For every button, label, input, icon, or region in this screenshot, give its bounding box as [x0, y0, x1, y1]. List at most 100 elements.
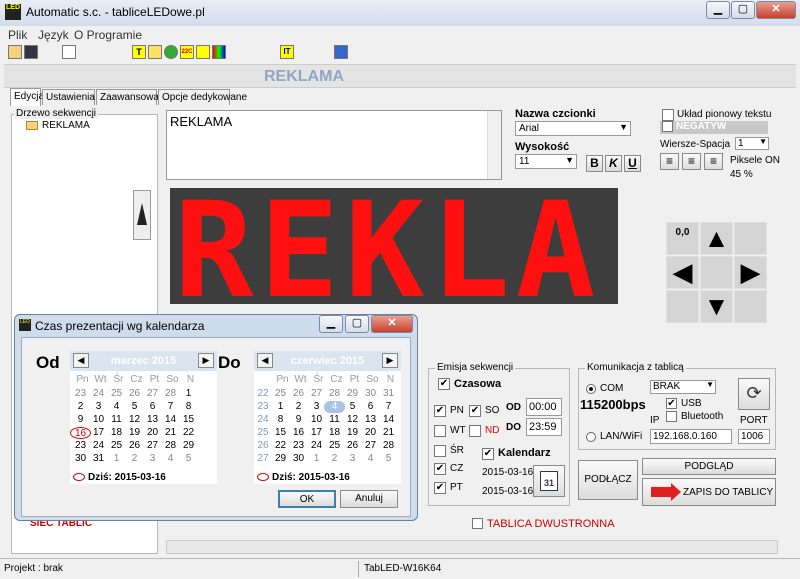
- bold-button[interactable]: B: [586, 155, 603, 172]
- week-number: 26: [257, 440, 269, 451]
- menu-plik[interactable]: Plik: [8, 28, 27, 42]
- calendar-day[interactable]: 7: [378, 401, 399, 413]
- underline-button[interactable]: U: [624, 155, 641, 172]
- horizontal-scrollbar[interactable]: [166, 540, 778, 554]
- calendar-day[interactable]: 28: [378, 440, 399, 452]
- calendar-from-today[interactable]: Dziś: 2015-03-16: [88, 472, 166, 483]
- tab-zaawansowane[interactable]: Zaawansowane: [96, 89, 170, 105]
- minimize-button[interactable]: ▁: [706, 1, 730, 19]
- dialog-minimize-button[interactable]: ▁: [319, 315, 343, 333]
- time-to-input[interactable]: 23:59: [526, 418, 562, 436]
- connect-button[interactable]: PODŁĄCZ: [578, 460, 638, 500]
- menu-jezyk[interactable]: Język: [38, 28, 69, 42]
- double-sided-checkbox[interactable]: [472, 518, 483, 529]
- calendar-to-today[interactable]: Dziś: 2015-03-16: [272, 472, 350, 483]
- arrow-down-icon[interactable]: ▼: [700, 290, 733, 323]
- day-cz-checkbox[interactable]: ✔: [434, 463, 446, 475]
- clock-tool-icon[interactable]: 22C: [180, 45, 194, 59]
- tab-ustawienia[interactable]: Ustawienia: [42, 89, 95, 105]
- port-value: 1006: [741, 431, 764, 442]
- new-icon[interactable]: [62, 45, 76, 59]
- color-tool-icon[interactable]: [212, 45, 226, 59]
- font-name-select[interactable]: Arial ▼: [515, 121, 631, 136]
- temperature-tool-icon[interactable]: [196, 45, 210, 59]
- dialog-close-button[interactable]: ✕: [371, 315, 413, 333]
- effects-icon[interactable]: [148, 45, 162, 59]
- rows-spacing-value: 1: [738, 138, 744, 149]
- open-icon[interactable]: [8, 45, 22, 59]
- calendar-day[interactable]: 29: [178, 440, 199, 452]
- tab-edycja[interactable]: Edycja: [10, 88, 44, 106]
- week-number: 25: [257, 427, 269, 438]
- time-from-input[interactable]: 00:00: [526, 398, 562, 416]
- calendar-day[interactable]: 5: [378, 453, 399, 465]
- menu-o-programie[interactable]: O Programie: [74, 28, 142, 42]
- text-tool-icon[interactable]: T: [132, 45, 146, 59]
- calendar-day[interactable]: 15: [178, 414, 199, 426]
- bluetooth-checkbox[interactable]: [666, 411, 677, 422]
- calendar-day[interactable]: 1: [178, 388, 199, 400]
- negative-checkbox[interactable]: [662, 121, 673, 132]
- insert-icon[interactable]: IT: [280, 45, 294, 59]
- position-origin[interactable]: 0,0: [666, 222, 699, 255]
- com-radio[interactable]: [586, 384, 596, 394]
- negative-toggle[interactable]: NEGATYW: [660, 121, 768, 134]
- pad-cell: [666, 290, 699, 323]
- calendar-checkbox[interactable]: ✔: [482, 448, 494, 460]
- day-pn-label: PN: [450, 405, 464, 416]
- calendar-icon: 31: [540, 471, 558, 491]
- save-icon[interactable]: [24, 45, 38, 59]
- animation-icon[interactable]: [164, 45, 178, 59]
- vertical-text-checkbox[interactable]: [662, 109, 674, 121]
- close-button[interactable]: ✕: [756, 1, 796, 19]
- lan-radio[interactable]: [586, 432, 596, 442]
- calendar-day[interactable]: 8: [178, 401, 199, 413]
- align-center-button[interactable]: ≡: [682, 153, 701, 170]
- timed-checkbox[interactable]: ✔: [438, 378, 450, 390]
- arrow-left-icon[interactable]: ◀: [666, 256, 699, 289]
- prev-month-icon[interactable]: ◀: [257, 353, 273, 368]
- day-so-checkbox[interactable]: ✔: [469, 405, 481, 417]
- text-editor[interactable]: REKLAMA: [166, 110, 502, 180]
- dialog-maximize-button[interactable]: ▢: [345, 315, 369, 333]
- ip-input[interactable]: 192.168.0.160: [650, 429, 732, 444]
- calendar-day[interactable]: 31: [378, 388, 399, 400]
- port-input[interactable]: 1006: [738, 429, 770, 444]
- preview-button[interactable]: PODGLĄD: [642, 458, 776, 475]
- maximize-button[interactable]: ▢: [731, 1, 755, 19]
- pad-cell: [734, 222, 767, 255]
- rows-spacing-select[interactable]: 1 ▼: [735, 137, 769, 150]
- cancel-button[interactable]: Anuluj: [340, 490, 398, 508]
- tab-opcje-dedykowane[interactable]: Opcje dedykowane: [158, 89, 247, 105]
- com-port-select[interactable]: BRAK ▼: [650, 380, 716, 394]
- radio-dot: [589, 387, 593, 391]
- italic-button[interactable]: K: [605, 155, 622, 172]
- prev-month-icon[interactable]: ◀: [73, 353, 89, 368]
- calendar-button[interactable]: 31: [533, 465, 565, 497]
- next-month-icon[interactable]: ▶: [198, 353, 214, 368]
- arrow-right-icon[interactable]: ▶: [734, 256, 767, 289]
- day-nd-checkbox[interactable]: [469, 425, 481, 437]
- usb-checkbox[interactable]: ✔: [666, 398, 677, 409]
- day-nd-label: ND: [485, 425, 500, 436]
- save-to-board-button[interactable]: ZAPIS DO TABLICY: [642, 478, 776, 506]
- send-icon[interactable]: [334, 45, 348, 59]
- ok-button[interactable]: OK: [278, 490, 336, 508]
- calendar-day[interactable]: 21: [378, 427, 399, 439]
- calendar-day[interactable]: 5: [178, 453, 199, 465]
- refresh-icon[interactable]: ⟳: [738, 378, 770, 410]
- calendar-day[interactable]: 14: [378, 414, 399, 426]
- arrow-up-icon[interactable]: ▲: [700, 222, 733, 255]
- next-month-icon[interactable]: ▶: [382, 353, 398, 368]
- editor-scrollbar[interactable]: [487, 111, 501, 179]
- tree-item[interactable]: REKLAMA: [42, 120, 90, 131]
- day-sr-checkbox[interactable]: [434, 445, 446, 457]
- scroll-handle[interactable]: [133, 190, 151, 240]
- font-height-select[interactable]: 11 ▼: [515, 154, 577, 169]
- align-right-button[interactable]: ≡: [704, 153, 723, 170]
- day-pt-checkbox[interactable]: ✔: [434, 482, 446, 494]
- day-pn-checkbox[interactable]: ✔: [434, 405, 446, 417]
- day-wt-checkbox[interactable]: [434, 425, 446, 437]
- align-left-button[interactable]: ≡: [660, 153, 679, 170]
- calendar-day[interactable]: 22: [178, 427, 199, 439]
